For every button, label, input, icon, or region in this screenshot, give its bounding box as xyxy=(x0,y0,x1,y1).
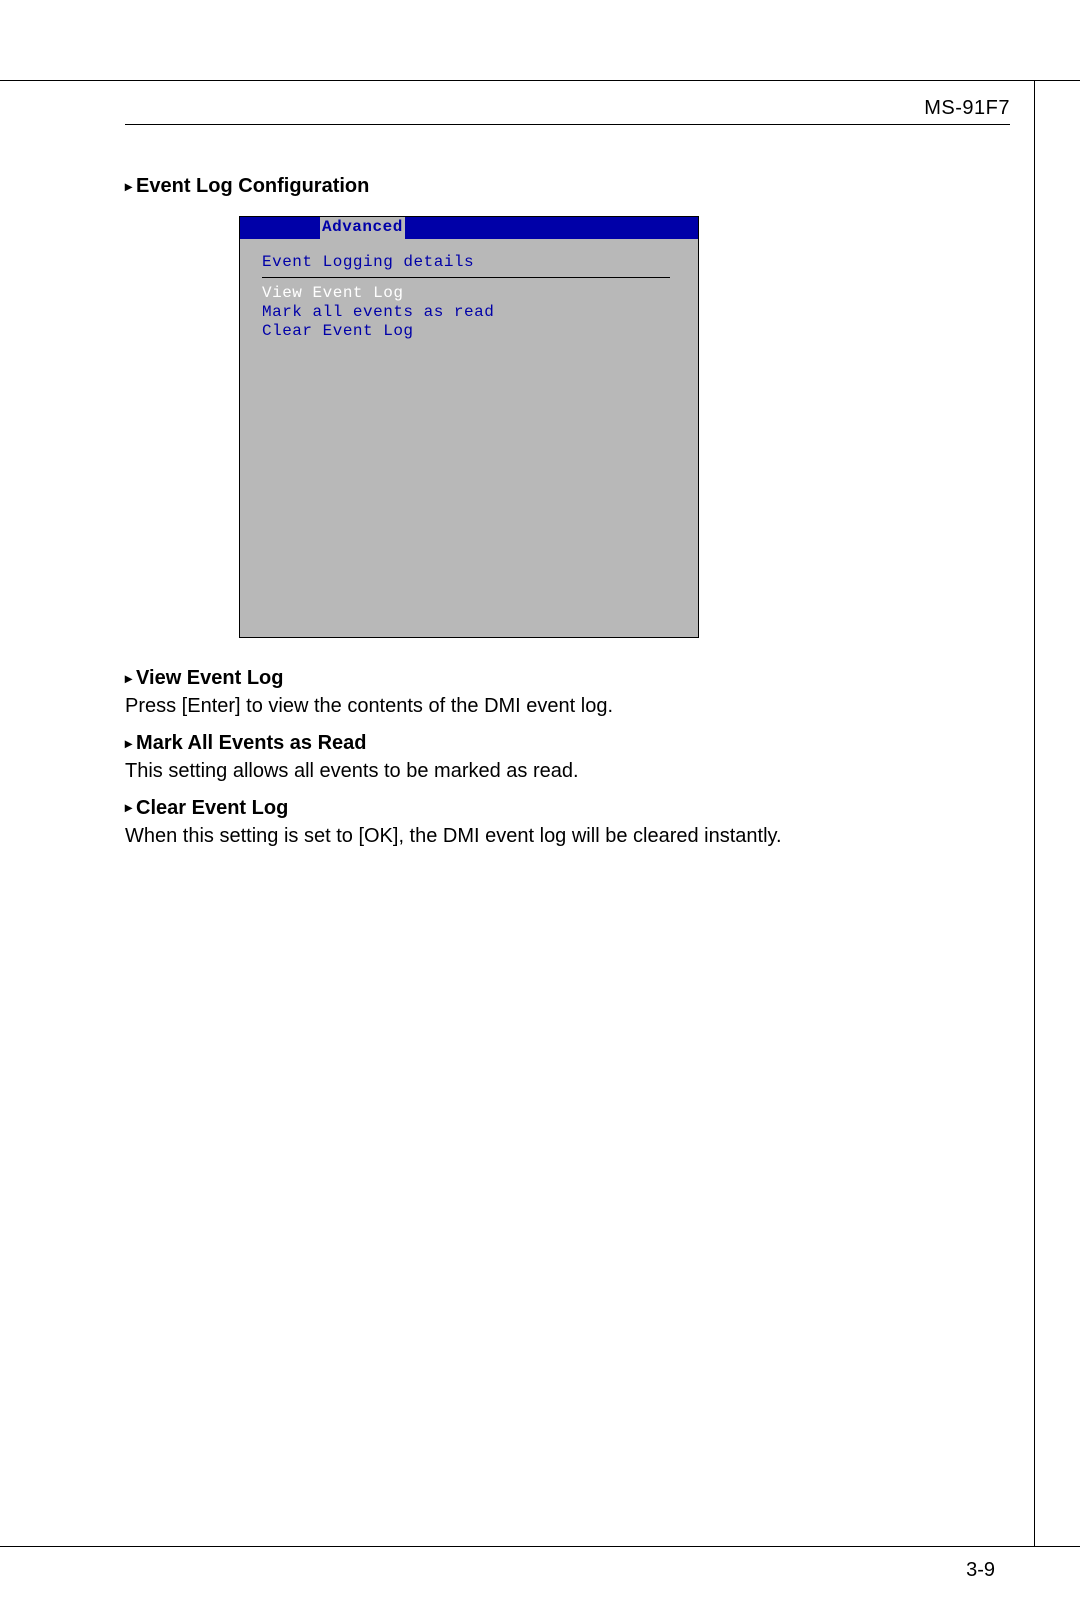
content-area: ▸Event Log Configuration Advanced Event … xyxy=(125,175,1010,858)
triangle-right-icon: ▸ xyxy=(125,735,132,751)
triangle-right-icon: ▸ xyxy=(125,670,132,686)
section-title: ▸Event Log Configuration xyxy=(125,175,1010,198)
model-label: MS-91F7 xyxy=(924,97,1010,120)
desc-heading: View Event Log xyxy=(136,667,283,689)
frame-top-rule xyxy=(0,80,1080,81)
bios-item-mark-all-read: Mark all events as read xyxy=(262,303,680,322)
triangle-right-icon: ▸ xyxy=(125,178,132,194)
page: MS-91F7 ▸Event Log Configuration Advance… xyxy=(0,0,1080,1619)
frame-bottom-rule xyxy=(0,1546,1080,1547)
section-title-text: Event Log Configuration xyxy=(136,175,369,197)
bios-tab-bar: Advanced xyxy=(240,217,698,239)
desc-body: Press [Enter] to view the contents of th… xyxy=(125,695,613,717)
desc-clear-event-log: ▸Clear Event Log When this setting is se… xyxy=(125,794,1010,851)
bios-item-view-event-log: View Event Log xyxy=(262,284,680,303)
bios-panel: Event Logging details View Event Log Mar… xyxy=(240,239,698,637)
descriptions: ▸View Event Log Press [Enter] to view th… xyxy=(125,664,1010,850)
desc-view-event-log: ▸View Event Log Press [Enter] to view th… xyxy=(125,664,1010,721)
desc-body: This setting allows all events to be mar… xyxy=(125,760,579,782)
desc-mark-all-read: ▸Mark All Events as Read This setting al… xyxy=(125,729,1010,786)
frame-right-rule xyxy=(1034,80,1035,1547)
bios-item-clear-event-log: Clear Event Log xyxy=(262,322,680,341)
bios-divider xyxy=(262,277,670,278)
bios-screenshot: Advanced Event Logging details View Even… xyxy=(239,216,699,638)
bios-panel-title: Event Logging details xyxy=(262,253,680,271)
desc-body: When this setting is set to [OK], the DM… xyxy=(125,825,782,847)
desc-heading: Mark All Events as Read xyxy=(136,732,366,754)
desc-heading: Clear Event Log xyxy=(136,797,288,819)
page-number: 3-9 xyxy=(966,1559,995,1582)
header-rule xyxy=(125,124,1010,125)
bios-tab-advanced: Advanced xyxy=(320,217,405,239)
triangle-right-icon: ▸ xyxy=(125,799,132,815)
